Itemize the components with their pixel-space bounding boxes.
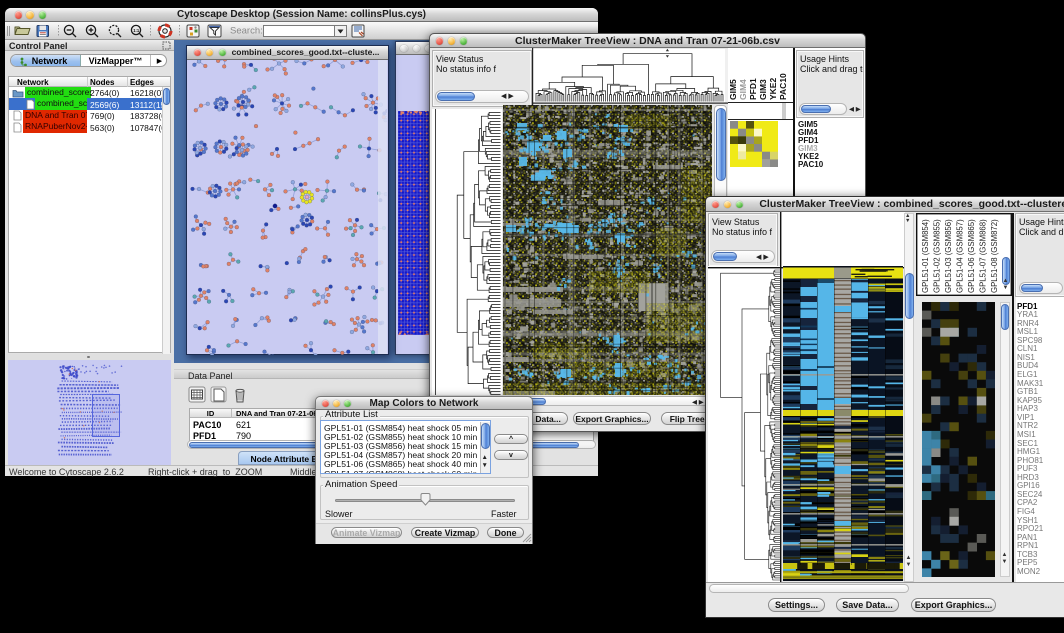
svg-text:GIM4: GIM4	[738, 79, 748, 100]
svg-text:GPL51-03 (GSM856): GPL51-03 (GSM856)	[944, 219, 953, 293]
svg-text:GPL51-06 (GSM865): GPL51-06 (GSM865)	[967, 219, 976, 293]
svg-text:PFD1: PFD1	[748, 78, 758, 100]
svg-text:GPL51-04 (GSM857): GPL51-04 (GSM857)	[956, 219, 965, 293]
svg-text:PAC10: PAC10	[778, 73, 788, 100]
svg-text:YKE2: YKE2	[768, 78, 778, 100]
svg-text:GIM3: GIM3	[758, 79, 768, 100]
svg-text:GPL51-02 (GSM855): GPL51-02 (GSM855)	[933, 219, 942, 293]
svg-text:GPL51-07 (GSM868): GPL51-07 (GSM868)	[979, 219, 988, 293]
svg-text:GPL51-08 (GSM872): GPL51-08 (GSM872)	[990, 219, 999, 293]
svg-text:GPL51-01 (GSM854): GPL51-01 (GSM854)	[921, 219, 930, 293]
svg-text:1:1: 1:1	[133, 28, 140, 33]
svg-text:GIM5: GIM5	[728, 79, 738, 100]
svg-text:Search:: Search:	[230, 26, 263, 37]
